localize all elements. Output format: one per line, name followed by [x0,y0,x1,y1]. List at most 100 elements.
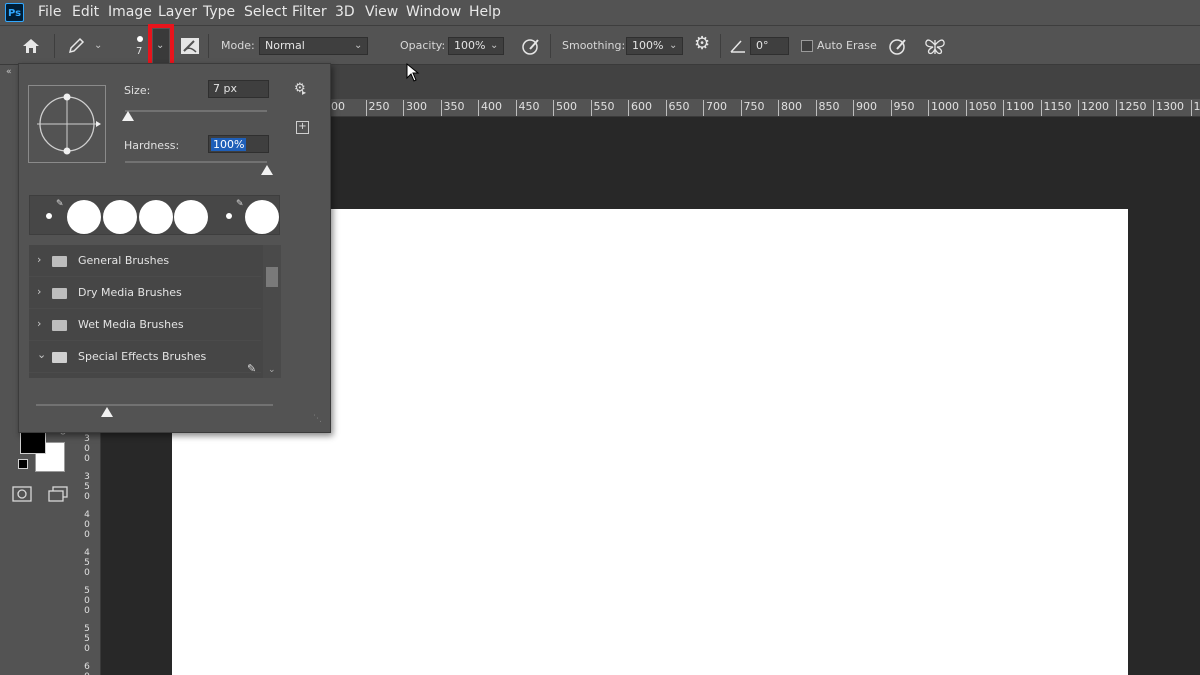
ruler-tick [965,100,967,116]
ruler-tick-label: 1050 [968,100,997,113]
ruler-tick-label: 400 [84,510,90,540]
ruler-tick [853,100,854,116]
list-item[interactable]: ⌄ Special Effects Brushes [29,342,261,373]
chevron-right-icon[interactable]: › [37,253,41,266]
angle-icon [730,40,745,53]
ruler-tick-label: 400 [481,100,502,113]
ruler-tick [1078,100,1079,116]
ruler-tick [365,100,367,116]
menu-image[interactable]: Image [108,4,152,20]
brush-angle-field[interactable]: 0° [750,37,789,55]
menu-file[interactable]: File [38,4,61,20]
ruler-tick [890,100,892,116]
folder-label: Wet Media Brushes [78,318,184,331]
resize-grip-icon[interactable]: ⋱ [313,414,322,424]
menu-bar: Ps File Edit Image Layer Type Select Fil… [0,0,1200,25]
preview-size-slider-thumb[interactable] [101,407,114,417]
ruler-tick [440,100,442,116]
hardness-slider-thumb[interactable] [261,165,273,175]
screen-mode-icon[interactable] [47,486,69,502]
chevron-down-icon[interactable]: ⌄ [37,348,46,361]
auto-erase-checkbox[interactable] [801,40,813,52]
symmetry-butterfly-icon[interactable] [924,36,946,56]
brush-picker-toggle[interactable]: ⌄ [153,29,169,64]
ruler-tick [778,100,779,116]
ruler-tick [553,100,554,116]
quick-mask-icon[interactable] [12,486,32,502]
ruler-tick [928,100,929,116]
size-field[interactable]: 7 px [208,80,269,98]
chevron-down-icon[interactable]: ⌄ [94,40,102,51]
menu-edit[interactable]: Edit [72,4,99,20]
scroll-down-icon[interactable]: ⌄ [268,365,276,375]
brush-tip[interactable] [245,200,279,234]
ruler-tick-label: 900 [856,100,877,113]
list-scrollbar[interactable]: ⌄ [263,245,281,378]
menu-view[interactable]: View [365,4,398,20]
scrollbar-thumb[interactable] [266,267,278,287]
hardness-field[interactable]: 100% [208,135,269,153]
menu-type[interactable]: Type [203,4,235,20]
brush-tip[interactable] [226,213,232,219]
brush-shape-preview[interactable] [28,85,106,163]
hardness-value: 100% [211,138,247,151]
brush-tip[interactable] [103,200,137,234]
brush-dot-icon[interactable] [137,36,143,42]
menu-layer[interactable]: Layer [158,4,197,20]
menu-select[interactable]: Select [244,4,287,20]
menu-3d[interactable]: 3D [335,4,355,20]
ruler-tick-label: 1300 [1156,100,1184,113]
ruler-tick-label: 500 [84,586,90,616]
ruler-tick-label: 300 [406,100,427,113]
pressure-opacity-icon[interactable] [521,37,541,55]
smoothing-field[interactable]: 100% ⌄ [626,37,683,55]
photoshop-logo[interactable]: Ps [5,3,24,22]
home-icon[interactable] [21,37,41,55]
brush-tip[interactable] [174,200,208,234]
ruler-tick [703,100,704,116]
brush-tip[interactable] [46,213,52,219]
ruler-tick-label: 135 [1193,100,1200,113]
brush-roundness-icon [37,93,101,155]
recent-brushes-strip: ✎ ✎ [29,195,280,235]
ruler-tick-label: 700 [706,100,727,113]
new-preset-icon[interactable]: + [296,121,309,134]
default-colors-icon[interactable] [18,459,28,469]
opacity-field[interactable]: 100% ⌄ [448,37,504,55]
preview-size-slider-track[interactable] [36,404,273,406]
hardness-slider-track[interactable] [125,161,267,163]
gear-icon[interactable]: ⚙ [694,33,710,54]
brush-settings-icon[interactable] [180,37,200,55]
brush-tip[interactable] [139,200,173,234]
chevron-right-icon[interactable]: › [37,317,41,330]
ruler-tick-label: 450 [518,100,540,113]
mouse-cursor-icon [406,63,420,82]
ruler-tick [515,100,517,116]
ruler-tick [590,100,592,116]
brush-pencil-icon: ✎ [56,199,64,209]
menu-filter[interactable]: Filter [292,4,327,20]
list-item[interactable]: › Wet Media Brushes [29,310,261,341]
folder-label: General Brushes [78,254,170,267]
ruler-tick [1190,100,1192,116]
ruler-tick [665,100,667,116]
mode-select[interactable]: Normal ⌄ [259,37,368,55]
size-slider-thumb[interactable] [121,111,134,121]
size-slider-track[interactable] [125,110,267,112]
smoothing-value: 100% [632,39,664,52]
list-item[interactable]: › General Brushes [29,246,261,277]
brush-folder-list: › General Brushes › Dry Media Brushes › … [29,245,281,378]
ruler-tick-label: 1150 [1043,100,1072,113]
folder-icon [52,288,67,299]
pressure-size-icon[interactable] [888,37,908,55]
menu-window[interactable]: Window [406,4,461,20]
brush-tip[interactable] [67,200,101,234]
ruler-tick-label: 500 [556,100,577,113]
chevron-right-icon[interactable]: › [37,285,41,298]
ruler-tick-label: 1250 [1118,100,1147,113]
menu-help[interactable]: Help [469,4,501,20]
pencil-icon[interactable] [66,36,86,56]
ruler-tick [1115,100,1117,116]
list-item[interactable]: › Dry Media Brushes [29,278,261,309]
collapse-panel-icon[interactable]: « [6,67,12,77]
